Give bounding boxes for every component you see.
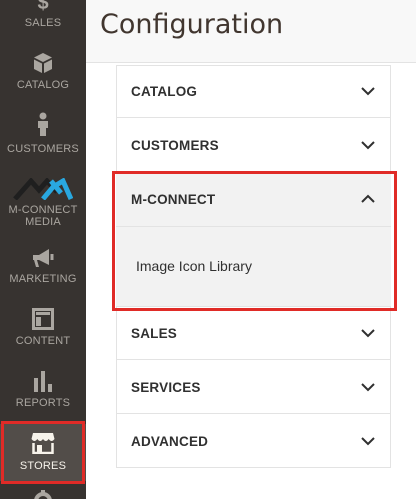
layout-icon — [32, 308, 54, 330]
chevron-up-icon — [361, 194, 375, 203]
chevron-down-icon — [361, 141, 375, 150]
nav-item-catalog[interactable]: CATALOG — [0, 52, 86, 96]
dollar-icon: $ — [37, 0, 49, 14]
section-title-customers: CUSTOMERS — [131, 138, 219, 153]
nav-item-stores[interactable]: STORES — [0, 424, 86, 481]
mconnect-logo-icon — [13, 178, 73, 200]
nav-label-mconnect-line2: MEDIA — [25, 216, 61, 228]
chevron-down-icon — [361, 87, 375, 96]
section-title-services: SERVICES — [131, 380, 201, 395]
nav-label-sales: SALES — [24, 17, 62, 29]
cube-icon — [34, 53, 52, 73]
person-icon — [38, 112, 48, 136]
page-header: Configuration — [86, 0, 416, 62]
image-icon-library-link[interactable]: Image Icon Library — [136, 258, 252, 274]
nav-label-reports: REPORTS — [15, 397, 71, 409]
page-title: Configuration — [100, 9, 284, 40]
nav-item-sales[interactable]: $ SALES — [0, 0, 86, 32]
nav-item-mconnect-media[interactable]: M-CONNECT MEDIA — [0, 178, 86, 230]
header-divider — [86, 62, 416, 63]
chevron-down-icon — [361, 383, 375, 392]
chevron-down-icon — [361, 437, 375, 446]
admin-sidebar: $ SALES CATALOG CUSTOMERS M-CONNECT MEDI… — [0, 0, 86, 499]
nav-label-customers: CUSTOMERS — [7, 143, 79, 155]
bar-chart-icon — [34, 371, 52, 392]
section-customers[interactable]: CUSTOMERS — [116, 119, 391, 172]
section-services[interactable]: SERVICES — [116, 361, 391, 414]
nav-item-content[interactable]: CONTENT — [0, 308, 86, 352]
nav-item-reports[interactable]: REPORTS — [0, 370, 86, 414]
section-title-advanced: ADVANCED — [131, 434, 209, 449]
nav-label-catalog: CATALOG — [16, 79, 70, 91]
section-catalog[interactable]: CATALOG — [116, 65, 391, 118]
nav-label-mconnect-line1: M-CONNECT — [8, 204, 78, 216]
section-m-connect[interactable]: M-CONNECT — [116, 173, 391, 226]
section-advanced[interactable]: ADVANCED — [116, 415, 391, 468]
section-title-catalog: CATALOG — [131, 84, 198, 99]
gear-icon — [34, 490, 52, 499]
nav-label-stores: STORES — [19, 460, 67, 472]
section-sales[interactable]: SALES — [116, 307, 391, 360]
nav-item-customers[interactable]: CUSTOMERS — [0, 112, 86, 156]
chevron-down-icon — [361, 329, 375, 338]
megaphone-icon — [33, 249, 54, 267]
nav-label-marketing: MARKETING — [9, 273, 77, 285]
m-connect-body: Image Icon Library — [116, 227, 391, 307]
section-title-m-connect: M-CONNECT — [131, 192, 216, 207]
section-title-sales: SALES — [131, 326, 178, 341]
nav-label-content: CONTENT — [15, 335, 71, 347]
nav-item-marketing[interactable]: MARKETING — [0, 248, 86, 290]
store-icon — [31, 433, 55, 454]
